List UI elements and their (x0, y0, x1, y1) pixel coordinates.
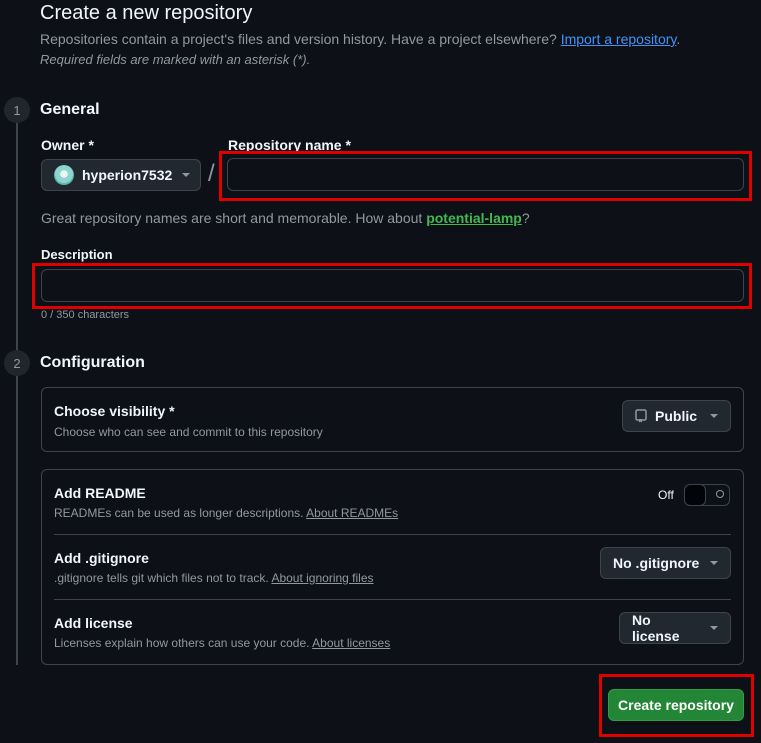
timeline-line (16, 122, 18, 665)
repo-name-helper: Great repository names are short and mem… (41, 210, 530, 226)
readme-description: READMEs can be used as longer descriptio… (54, 506, 398, 520)
owner-label: Owner * (41, 137, 94, 153)
chevron-down-icon (710, 414, 718, 418)
visibility-card: Choose visibility * Choose who can see a… (41, 387, 744, 452)
license-dropdown[interactable]: No license (619, 612, 731, 644)
helper-text: Great repository names are short and mem… (41, 210, 423, 226)
chevron-down-icon (182, 173, 190, 177)
readme-toggle-state: Off (658, 488, 674, 502)
name-suggestion-link[interactable]: potential-lamp (426, 210, 522, 226)
configuration-heading: Configuration (40, 354, 145, 371)
visibility-title: Choose visibility * (54, 403, 175, 419)
gitignore-value: No .gitignore (613, 555, 700, 571)
description-char-count: 0 / 350 characters (41, 309, 130, 321)
chevron-down-icon (710, 626, 718, 630)
repository-name-input[interactable] (227, 158, 744, 191)
owner-repo-separator: / (208, 160, 215, 187)
owner-name: hyperion7532 (82, 167, 173, 183)
subtitle-end: . (676, 31, 681, 47)
about-readmes-link[interactable]: About READMEs (306, 506, 398, 520)
page-title: Create a new repository (40, 2, 253, 24)
gitignore-dropdown[interactable]: No .gitignore (600, 547, 731, 579)
readme-desc-text: READMEs can be used as longer descriptio… (54, 506, 304, 520)
readme-title: Add README (54, 485, 146, 501)
description-label: Description (41, 247, 113, 262)
license-title: Add license (54, 615, 133, 631)
owner-avatar (54, 165, 74, 185)
about-licenses-link[interactable]: About licenses (312, 636, 390, 650)
repo-icon (635, 409, 647, 423)
gitignore-title: Add .gitignore (54, 550, 149, 566)
chevron-down-icon (710, 561, 718, 565)
description-input[interactable] (41, 269, 744, 302)
create-repository-button[interactable]: Create repository (608, 689, 744, 721)
subtitle-text: Repositories contain a project's files a… (40, 31, 557, 47)
page-subtitle: Repositories contain a project's files a… (40, 31, 680, 47)
import-repository-link[interactable]: Import a repository (561, 31, 677, 47)
gitignore-description: .gitignore tells git which files not to … (54, 571, 374, 585)
helper-suffix: ? (521, 210, 530, 226)
divider (54, 599, 731, 600)
about-ignoring-files-link[interactable]: About ignoring files (271, 571, 373, 585)
general-heading: General (40, 101, 100, 118)
repository-options-card: Add README READMEs can be used as longer… (41, 469, 744, 665)
step-2-badge: 2 (4, 350, 30, 376)
readme-toggle[interactable] (684, 484, 730, 506)
visibility-value: Public (655, 408, 698, 424)
license-description: Licenses explain how others can use your… (54, 636, 390, 650)
divider (54, 534, 731, 535)
owner-dropdown[interactable]: hyperion7532 (41, 159, 201, 191)
toggle-off-indicator-icon (716, 490, 724, 498)
visibility-dropdown[interactable]: Public (622, 400, 731, 432)
license-value: No license (632, 612, 680, 644)
license-desc-text: Licenses explain how others can use your… (54, 636, 310, 650)
visibility-description: Choose who can see and commit to this re… (54, 425, 323, 439)
step-1-badge: 1 (4, 97, 30, 123)
required-fields-note: Required fields are marked with an aster… (40, 52, 311, 67)
toggle-knob (684, 484, 706, 506)
gitignore-desc-text: .gitignore tells git which files not to … (54, 571, 269, 585)
